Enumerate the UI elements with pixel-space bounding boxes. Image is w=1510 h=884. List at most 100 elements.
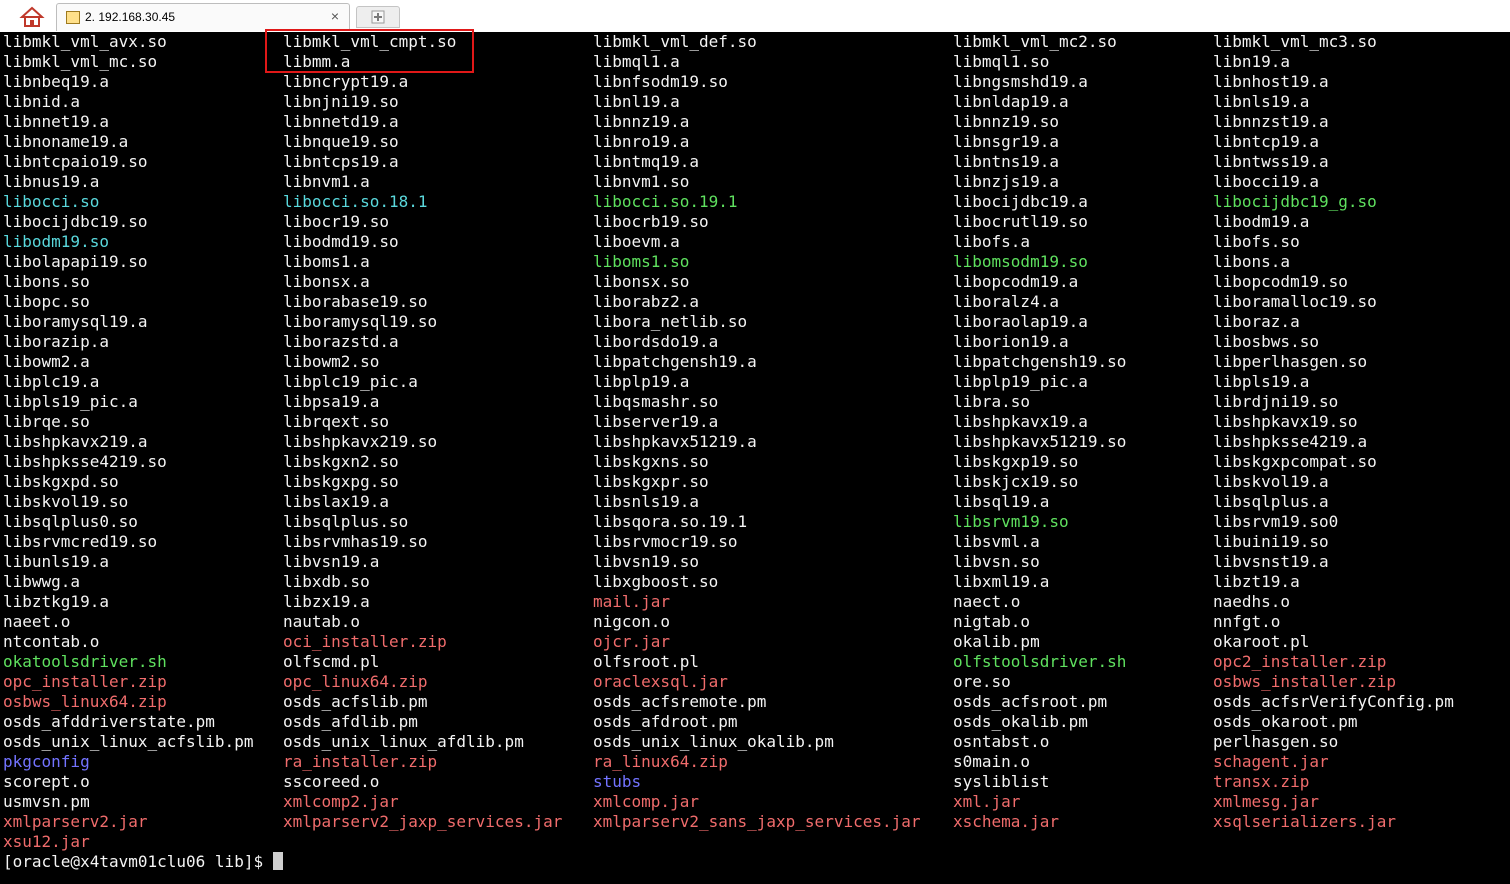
file-entry: libnnetd19.a <box>283 112 399 131</box>
file-entry: scorept.o <box>3 772 90 791</box>
file-entry: libzt19.a <box>1213 572 1300 591</box>
file-entry: libngsmshd19.a <box>953 72 1088 91</box>
file-entry: liboramysql19.a <box>3 312 148 331</box>
file-entry: libsql19.a <box>953 492 1050 511</box>
file-entry: schagent.jar <box>1213 752 1329 771</box>
file-entry: libofs.so <box>1213 232 1300 251</box>
file-entry: libnnzst19.a <box>1213 112 1329 131</box>
file-entry: nautab.o <box>283 612 361 631</box>
file-entry: libocci.so.19.1 <box>593 192 738 211</box>
file-entry: liborazip.a <box>3 332 109 351</box>
file-entry: libzx19.a <box>283 592 370 611</box>
file-entry: pkgconfig <box>3 752 90 771</box>
file-entry: liboramalloc19.so <box>1213 292 1377 311</box>
file-entry: libshpksse4219.so <box>3 452 167 471</box>
file-entry: xml.jar <box>953 792 1021 811</box>
file-entry: osbws_linux64.zip <box>3 692 167 711</box>
file-entry: osds_afddriverstate.pm <box>3 712 215 731</box>
file-entry: osntabst.o <box>953 732 1050 751</box>
file-entry: libntwss19.a <box>1213 152 1329 171</box>
file-entry: libomsodm19.so <box>953 252 1088 271</box>
tab-session[interactable]: 2. 192.168.30.45 × <box>56 3 350 31</box>
file-entry: libora_netlib.so <box>593 312 748 331</box>
file-entry: naeet.o <box>3 612 71 631</box>
file-entry: librqe.so <box>3 412 90 431</box>
file-entry: libztkg19.a <box>3 592 109 611</box>
prompt-text: [oracle@x4tavm01clu06 lib]$ <box>3 852 273 871</box>
file-entry: libsrvmcred19.so <box>3 532 158 551</box>
file-entry: libodm19.so <box>3 232 109 251</box>
file-entry: libocci19.a <box>1213 172 1319 191</box>
close-icon[interactable]: × <box>331 8 339 24</box>
file-entry: oci_installer.zip <box>283 632 447 651</box>
file-entry: liboms1.so <box>593 252 690 271</box>
file-entry: libxgboost.so <box>593 572 719 591</box>
file-entry: libsqora.so.19.1 <box>593 512 748 531</box>
file-entry: libnl19.a <box>593 92 680 111</box>
file-entry: libntns19.a <box>953 152 1059 171</box>
terminal-output[interactable]: libmkl_vml_avx.so libmkl_vml_cmpt.so libmk… <box>0 29 1510 884</box>
home-tab[interactable] <box>14 3 50 30</box>
file-entry: okatoolsdriver.sh <box>3 652 167 671</box>
file-entry: olfscmd.pl <box>283 652 380 671</box>
home-icon <box>19 6 45 27</box>
file-entry: osds_afdroot.pm <box>593 712 738 731</box>
file-entry: libskgxn2.so <box>283 452 399 471</box>
file-entry: libmkl_vml_mc.so <box>3 52 158 71</box>
file-entry: opc_linux64.zip <box>283 672 428 691</box>
file-entry: s0main.o <box>953 752 1031 771</box>
file-entry: librqext.so <box>283 412 389 431</box>
file-entry: liboraolap19.a <box>953 312 1088 331</box>
file-entry: librdjni19.so <box>1213 392 1339 411</box>
file-entry: libnsgr19.a <box>953 132 1059 151</box>
plus-icon <box>371 10 385 24</box>
file-entry: okalib.pm <box>953 632 1040 651</box>
file-entry: libperlhasgen.so <box>1213 352 1368 371</box>
file-entry: libsrvm19.so0 <box>1213 512 1339 531</box>
file-entry: libnls19.a <box>1213 92 1310 111</box>
file-entry: xsqlserializers.jar <box>1213 812 1397 831</box>
shell-prompt[interactable]: [oracle@x4tavm01clu06 lib]$ <box>3 852 283 872</box>
file-entry: olfstoolsdriver.sh <box>953 652 1127 671</box>
file-entry: libnhost19.a <box>1213 72 1329 91</box>
file-entry: sscoreed.o <box>283 772 380 791</box>
file-entry: libocci.so.18.1 <box>283 192 428 211</box>
file-entry: osds_acfsremote.pm <box>593 692 767 711</box>
file-entry: libvsn19.a <box>283 552 380 571</box>
file-entry: nigcon.o <box>593 612 671 631</box>
file-entry: xmlmesg.jar <box>1213 792 1319 811</box>
file-entry: nigtab.o <box>953 612 1031 631</box>
file-entry: osds_unix_linux_okalib.pm <box>593 732 834 751</box>
file-entry: ore.so <box>953 672 1011 691</box>
file-entry: libmkl_vml_def.so <box>593 32 757 51</box>
file-entry: opc2_installer.zip <box>1213 652 1387 671</box>
file-entry: libxml19.a <box>953 572 1050 591</box>
new-tab-button[interactable] <box>356 6 400 28</box>
file-entry: libsqlplus.a <box>1213 492 1329 511</box>
file-entry: libpls19.a <box>1213 372 1310 391</box>
file-entry: ra_installer.zip <box>283 752 438 771</box>
file-entry: libnnz19.a <box>593 112 690 131</box>
file-entry: libofs.a <box>953 232 1031 251</box>
file-entry: opc_installer.zip <box>3 672 167 691</box>
file-entry: libnque19.so <box>283 132 399 151</box>
file-entry: libsrvmocr19.so <box>593 532 738 551</box>
tab-title: 2. 192.168.30.45 <box>85 10 176 24</box>
file-entry: naect.o <box>953 592 1021 611</box>
file-entry: libvsn19.so <box>593 552 699 571</box>
file-entry: osds_okalib.pm <box>953 712 1088 731</box>
file-entry: libskgxp19.so <box>953 452 1079 471</box>
file-entry: libopcodm19.a <box>953 272 1079 291</box>
file-entry: libskvol19.a <box>1213 472 1329 491</box>
file-entry: libocijdbc19.so <box>3 212 148 231</box>
highlight-box <box>265 29 474 73</box>
file-entry: xschema.jar <box>953 812 1059 831</box>
file-entry: libshpkavx219.a <box>3 432 148 451</box>
file-entry: libowm2.so <box>283 352 380 371</box>
file-entry: libshpkavx51219.a <box>593 432 757 451</box>
file-entry: stubs <box>593 772 642 791</box>
file-entry: ra_linux64.zip <box>593 752 728 771</box>
file-entry: ntcontab.o <box>3 632 100 651</box>
file-entry: libsrvmhas19.so <box>283 532 428 551</box>
file-entry: perlhasgen.so <box>1213 732 1339 751</box>
